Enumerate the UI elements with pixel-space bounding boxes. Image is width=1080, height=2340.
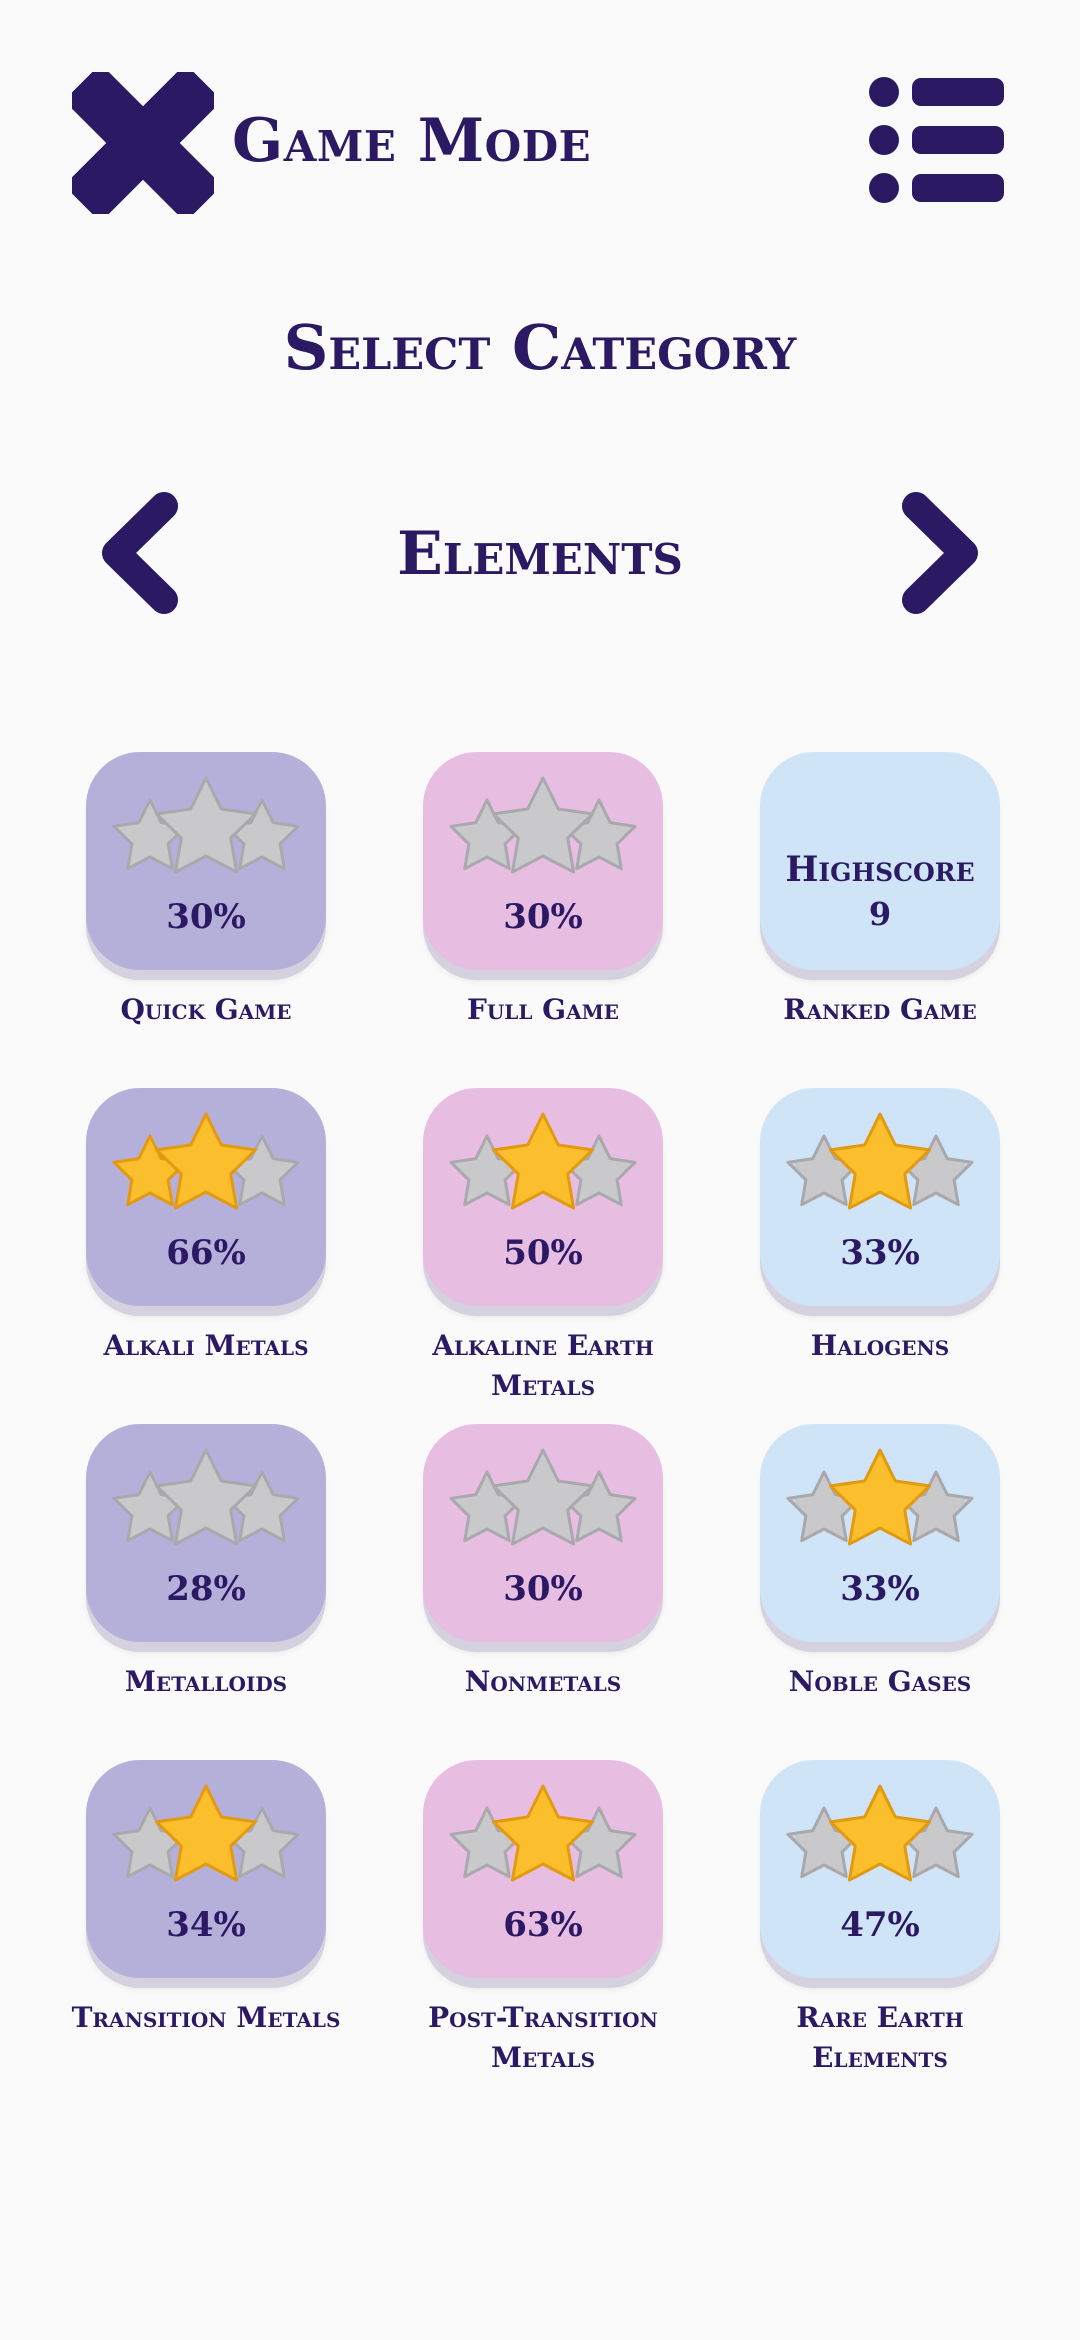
close-x-icon <box>67 67 219 219</box>
star-rating <box>786 1112 974 1210</box>
star-rating <box>786 1448 974 1546</box>
chevron-right-icon <box>902 492 978 614</box>
close-button[interactable] <box>67 67 219 219</box>
star-rating <box>112 1784 300 1882</box>
category-label: Halogens <box>810 1329 950 1362</box>
completion-percent: 66% <box>166 1233 246 1273</box>
category-label: Alkaline Earth Metals <box>432 1329 654 1402</box>
category-label: Transition Metals <box>71 2001 341 2034</box>
category-label: Post-Transition Metals <box>428 2001 658 2074</box>
star-rating <box>112 776 300 874</box>
star-rating <box>449 1784 637 1882</box>
star-rating <box>449 1112 637 1210</box>
category-tile-halogens[interactable]: 33% Halogens <box>760 1088 1000 1362</box>
star-rating <box>449 1448 637 1546</box>
page-title: Game Mode <box>232 106 592 176</box>
completion-percent: 30% <box>503 1569 583 1609</box>
category-label: Metalloids <box>124 1665 288 1698</box>
completion-percent: 33% <box>840 1233 920 1273</box>
category-label: Full Game <box>466 993 619 1026</box>
highscore-label: Highscore <box>785 849 975 890</box>
category-tile-nonmetals[interactable]: 30% Nonmetals <box>423 1424 663 1698</box>
category-tile-rare-earth-elements[interactable]: 47% Rare Earth Elements <box>760 1760 1000 2074</box>
category-card[interactable]: 30% <box>423 1424 663 1642</box>
completion-percent: 33% <box>840 1569 920 1609</box>
star-rating <box>449 776 637 874</box>
category-tile-alkali-metals[interactable]: 66% Alkali Metals <box>86 1088 326 1362</box>
category-card[interactable]: 33% <box>760 1424 1000 1642</box>
next-category-button[interactable] <box>892 488 984 618</box>
category-label: Ranked Game <box>783 993 977 1026</box>
category-card[interactable]: 30% <box>86 752 326 970</box>
completion-percent: 63% <box>503 1905 583 1945</box>
category-card[interactable]: 28% <box>86 1424 326 1642</box>
completion-percent: 28% <box>166 1569 246 1609</box>
select-category-heading: Select Category <box>283 311 797 384</box>
category-tile-metalloids[interactable]: 28% Metalloids <box>86 1424 326 1698</box>
category-tile-quick-game[interactable]: 30% Quick Game <box>86 752 326 1026</box>
category-tile-transition-metals[interactable]: 34% Transition Metals <box>72 1760 340 2034</box>
category-tile-alkaline-earth-metals[interactable]: 50% Alkaline Earth Metals <box>423 1088 663 1402</box>
category-tile-ranked-game[interactable]: Highscore 9 Ranked Game <box>760 752 1000 1026</box>
star-rating <box>786 1784 974 1882</box>
star-rating <box>112 1448 300 1546</box>
completion-percent: 30% <box>166 897 246 937</box>
category-label: Noble Gases <box>788 1665 972 1698</box>
category-tile-full-game[interactable]: 30% Full Game <box>423 752 663 1026</box>
category-label: Rare Earth Elements <box>796 2001 964 2074</box>
category-card[interactable]: 34% <box>86 1760 326 1978</box>
completion-percent: 30% <box>503 897 583 937</box>
menu-button[interactable] <box>866 74 1008 208</box>
list-menu-icon <box>869 77 1004 203</box>
completion-percent: 47% <box>840 1905 920 1945</box>
category-card[interactable]: 50% <box>423 1088 663 1306</box>
completion-percent: 50% <box>503 1233 583 1273</box>
category-tile-noble-gases[interactable]: 33% Noble Gases <box>760 1424 1000 1698</box>
category-label: Quick Game <box>120 993 292 1026</box>
completion-percent: 34% <box>166 1905 246 1945</box>
category-card[interactable]: Highscore 9 <box>760 752 1000 970</box>
category-card[interactable]: 30% <box>423 752 663 970</box>
category-label: Nonmetals <box>464 1665 622 1698</box>
category-card[interactable]: 33% <box>760 1088 1000 1306</box>
category-label: Alkali Metals <box>103 1329 309 1362</box>
category-card[interactable]: 66% <box>86 1088 326 1306</box>
category-card[interactable]: 47% <box>760 1760 1000 1978</box>
highscore-value: 9 <box>868 895 892 933</box>
category-card[interactable]: 63% <box>423 1760 663 1978</box>
star-rating <box>112 1112 300 1210</box>
category-tile-post-transition-metals[interactable]: 63% Post-Transition Metals <box>423 1760 663 2074</box>
